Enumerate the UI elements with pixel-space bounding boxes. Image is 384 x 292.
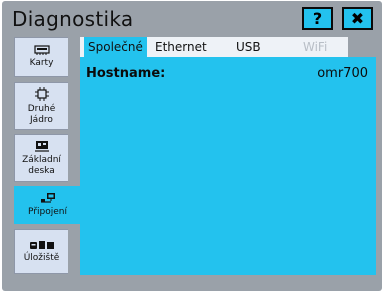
- help-button[interactable]: ?: [302, 7, 333, 30]
- storage-icon: [29, 240, 54, 249]
- sidebar-item-pripojeni[interactable]: Připojení: [14, 186, 80, 224]
- sidebar-item-zakladni-deska[interactable]: Základní deska: [14, 134, 68, 182]
- sidebar-item-label: Úložiště: [23, 252, 60, 263]
- network-icon: [40, 192, 55, 203]
- hostname-value: omr700: [317, 66, 368, 81]
- motherboard-icon: [34, 140, 49, 152]
- window-title: Diagnostika: [12, 7, 134, 31]
- sidebar-item-uloziste[interactable]: Úložiště: [14, 229, 68, 274]
- sidebar-item-label: Karty: [29, 58, 54, 68]
- chip-icon: [34, 86, 49, 101]
- tab-wifi: WiFi: [303, 40, 328, 54]
- connection-panel: [80, 57, 376, 275]
- help-icon: ?: [312, 9, 323, 28]
- card-icon: [33, 45, 50, 55]
- tab-spolecne[interactable]: Společné: [84, 37, 147, 57]
- sidebar-item-karty[interactable]: Karty: [14, 37, 68, 77]
- hostname-label: Hostname:: [86, 66, 166, 81]
- tab-ethernet[interactable]: Ethernet: [151, 37, 211, 57]
- sidebar-item-druhe-jadro[interactable]: Druhé Jádro: [14, 82, 68, 130]
- tab-usb[interactable]: USB: [232, 37, 265, 57]
- close-button[interactable]: ✖: [342, 7, 373, 30]
- sidebar-item-label: Základní deska: [22, 154, 61, 176]
- sidebar-item-label: Druhé Jádro: [27, 103, 56, 125]
- close-icon: ✖: [350, 9, 365, 28]
- sidebar-item-label: Připojení: [28, 206, 67, 217]
- tab-bar: Společné Ethernet USB WiFi: [80, 37, 348, 57]
